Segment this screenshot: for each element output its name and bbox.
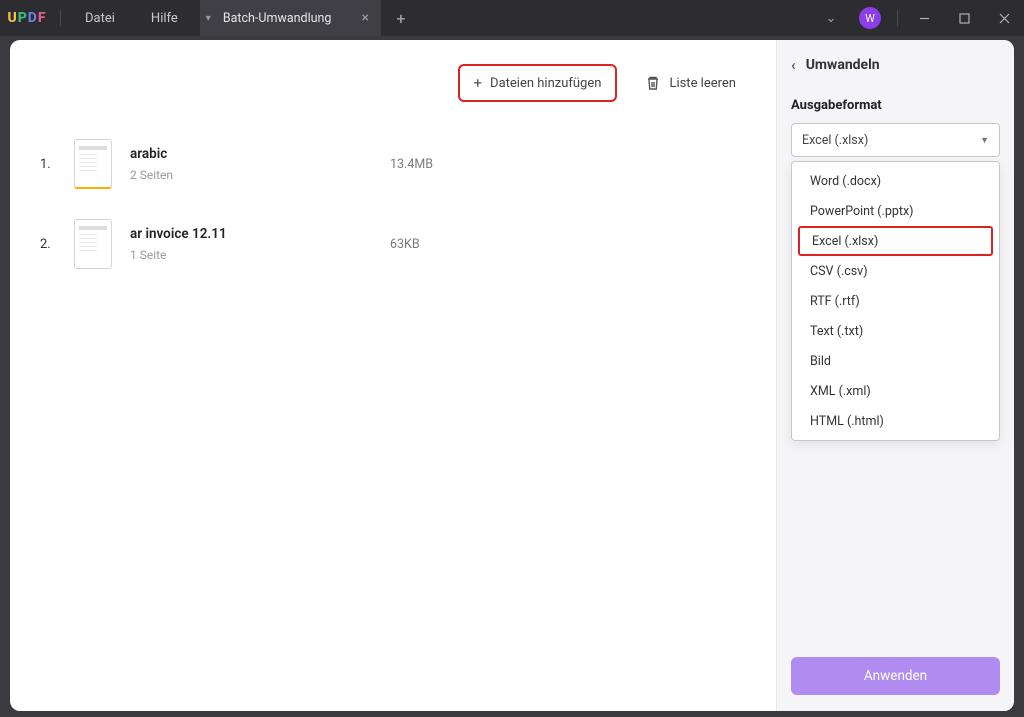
maximize-button[interactable] (944, 0, 984, 36)
app-logo: UPDF (0, 10, 54, 26)
format-option[interactable]: CSV (.csv) (798, 256, 993, 286)
file-name: ar invoice 12.11 (130, 226, 390, 242)
file-size: 13.4MB (390, 157, 490, 172)
workspace: + Dateien hinzufügen Liste leeren 1. ara… (0, 36, 1024, 717)
add-files-button[interactable]: + Dateien hinzufügen (458, 64, 618, 102)
main-area: + Dateien hinzufügen Liste leeren 1. ara… (10, 40, 776, 711)
file-row[interactable]: 2. ar invoice 12.11 1 Seite 63KB (40, 204, 756, 284)
trash-icon (645, 75, 661, 91)
plus-icon: + (474, 74, 483, 92)
maximize-icon (959, 13, 970, 24)
file-list: 1. arabic 2 Seiten 13.4MB 2. ar invoice … (40, 124, 756, 284)
close-window-button[interactable] (984, 0, 1024, 36)
output-format-label: Ausgabeformat (791, 98, 1000, 113)
select-value: Excel (.xlsx) (802, 133, 868, 148)
format-option[interactable]: HTML (.html) (798, 406, 993, 436)
window-menu-chevron-icon[interactable]: ⌄ (813, 11, 849, 26)
file-pages: 1 Seite (130, 248, 390, 262)
new-tab-button[interactable]: + (385, 9, 417, 28)
file-index: 1. (40, 157, 74, 172)
sidebar-back[interactable]: ‹ Umwandeln (791, 56, 1000, 74)
clear-list-button[interactable]: Liste leeren (645, 75, 736, 91)
menu-help[interactable]: Hilfe (133, 0, 196, 36)
format-option[interactable]: Word (.docx) (798, 166, 993, 196)
file-size: 63KB (390, 237, 490, 252)
apply-button[interactable]: Anwenden (791, 657, 1000, 695)
user-avatar[interactable]: W (859, 7, 881, 29)
file-name: arabic (130, 146, 390, 162)
file-index: 2. (40, 237, 74, 252)
separator (897, 10, 898, 26)
format-dropdown: Word (.docx)PowerPoint (.pptx)Excel (.xl… (791, 161, 1000, 441)
chevron-down-icon: ▾ (206, 13, 211, 24)
file-row[interactable]: 1. arabic 2 Seiten 13.4MB (40, 124, 756, 204)
add-files-label: Dateien hinzufügen (490, 76, 601, 91)
panel: + Dateien hinzufügen Liste leeren 1. ara… (10, 40, 1014, 711)
clear-list-label: Liste leeren (669, 76, 736, 91)
file-thumbnail (74, 219, 112, 269)
file-pages: 2 Seiten (130, 168, 390, 182)
menu-file[interactable]: Datei (67, 0, 133, 36)
minimize-icon (919, 13, 930, 24)
minimize-button[interactable] (904, 0, 944, 36)
tab-batch-convert[interactable]: ▾ Batch-Umwandlung × (200, 0, 381, 36)
format-option[interactable]: PowerPoint (.pptx) (798, 196, 993, 226)
caret-down-icon: ▼ (980, 135, 989, 146)
separator (60, 10, 61, 26)
chevron-left-icon: ‹ (791, 56, 796, 74)
tab-label: Batch-Umwandlung (223, 11, 332, 26)
format-option[interactable]: Text (.txt) (798, 316, 993, 346)
toolbar: + Dateien hinzufügen Liste leeren (40, 60, 756, 106)
sidebar: ‹ Umwandeln Ausgabeformat Excel (.xlsx) … (776, 40, 1014, 711)
format-option[interactable]: XML (.xml) (798, 376, 993, 406)
close-tab-icon[interactable]: × (361, 10, 368, 26)
file-thumbnail (74, 139, 112, 189)
select-box[interactable]: Excel (.xlsx) ▼ (791, 123, 1000, 157)
sidebar-title: Umwandeln (806, 57, 880, 73)
close-icon (999, 13, 1010, 24)
format-option[interactable]: Excel (.xlsx) (798, 226, 993, 256)
format-option[interactable]: RTF (.rtf) (798, 286, 993, 316)
titlebar: UPDF Datei Hilfe ▾ Batch-Umwandlung × + … (0, 0, 1024, 36)
output-format-select: Excel (.xlsx) ▼ Word (.docx)PowerPoint (… (791, 123, 1000, 157)
format-option[interactable]: Bild (798, 346, 993, 376)
